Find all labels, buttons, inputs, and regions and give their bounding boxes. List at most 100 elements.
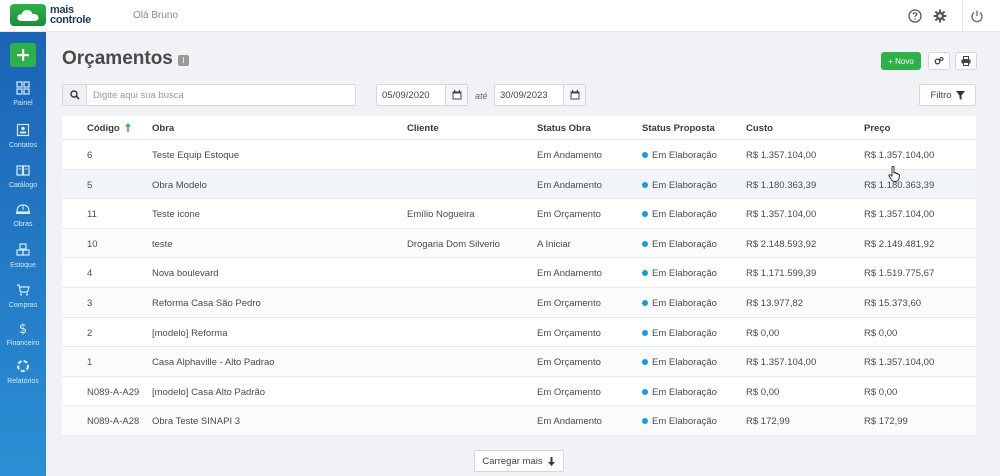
gears-icon — [934, 56, 944, 65]
budgets-table: Código Obra Cliente Status Obra Status P… — [62, 116, 976, 436]
cell-status-obra: A Iniciar — [537, 239, 571, 250]
cart-icon — [17, 284, 30, 296]
cell-status-obra-text: Em Andamento — [537, 416, 602, 428]
add-button[interactable] — [10, 43, 36, 67]
table-row[interactable]: N089-A-A28 Obra Teste SINAPI 3 Em Andament… — [62, 406, 976, 436]
date-from-field[interactable]: 05/09/2020 — [376, 84, 468, 106]
search-input[interactable] — [89, 85, 353, 105]
cell-status-proposta: Em Elaboração — [642, 150, 717, 161]
status-dot-icon — [642, 418, 648, 425]
cell-status-proposta: Em Elaboração — [642, 357, 717, 368]
table-row[interactable]: 6 Teste Equip Estoque Em Andamento Em Elabo… — [62, 140, 976, 170]
status-dot-icon — [642, 329, 648, 336]
sidebar-item-catalogo[interactable]: Catálogo — [0, 163, 46, 199]
cell-preco-text: R$ 2.149.481,92 — [864, 238, 935, 250]
sidebar-item-contatos[interactable]: Contatos — [0, 123, 46, 159]
cell-preco: R$ 172,99 — [864, 416, 908, 427]
sidebar-item-financeiro[interactable]: $ Financeiro — [0, 321, 46, 357]
cell-codigo-text: 1 — [87, 357, 93, 369]
table-row[interactable]: 2 [modelo] Reforma Em Orçamento Em Elaboraç… — [62, 318, 976, 348]
cell-preco: R$ 1.357.104,00 — [864, 357, 934, 368]
table-row[interactable]: 4 Nova boulevard Em Andamento Em Elaboração… — [62, 258, 976, 288]
cell-status-obra-text: Em Orçamento — [537, 297, 601, 309]
sidebar-item-compras[interactable]: Compras — [0, 283, 46, 319]
cell-status-proposta: Em Elaboração — [642, 328, 717, 339]
date-to-field[interactable]: 30/09/2023 — [494, 84, 586, 106]
dollar-icon: $ — [19, 322, 27, 335]
table-row[interactable]: 11 Teste icone Emílio Nogueira Em Orçamento… — [62, 199, 976, 229]
cell-codigo-text: 11 — [87, 209, 97, 221]
column-header-obra[interactable]: Obra — [152, 123, 174, 134]
power-icon[interactable] — [968, 7, 986, 25]
table-body: 6 Teste Equip Estoque Em Andamento Em Elabo… — [62, 140, 976, 436]
cell-preco: R$ 15.373,60 — [864, 298, 921, 309]
cell-obra-text: Nova boulevard — [152, 268, 219, 280]
cell-custo-text: R$ 13.977,82 — [746, 297, 804, 309]
sidebar-item-label: Compras — [8, 302, 38, 309]
cell-status-proposta: Em Elaboração — [642, 298, 717, 309]
cell-codigo: 6 — [87, 150, 92, 161]
cell-status-obra: Em Orçamento — [537, 387, 601, 398]
load-more-button[interactable]: Carregar mais — [474, 450, 564, 472]
cell-status-proposta-text: Em Elaboração — [652, 327, 717, 339]
filter-button[interactable]: Filtro — [919, 84, 976, 106]
sidebar-item-label: Obras — [13, 221, 33, 228]
search-button[interactable] — [63, 85, 87, 105]
column-header-status-obra[interactable]: Status Obra — [537, 123, 591, 134]
help-circle-icon[interactable] — [906, 7, 924, 25]
column-header-cliente[interactable]: Cliente — [407, 123, 439, 134]
cell-status-proposta: Em Elaboração — [642, 416, 717, 427]
cell-codigo-text: N089-A-A28 — [87, 416, 140, 428]
sidebar-item-estoque[interactable]: Estoque — [0, 243, 46, 279]
cell-codigo: 2 — [87, 328, 92, 339]
cell-status-proposta: Em Elaboração — [642, 180, 717, 191]
cell-preco-text: R$ 1.357.104,00 — [864, 357, 935, 369]
cell-preco-text: R$ 1.357.104,00 — [864, 150, 935, 161]
table-row[interactable]: N089-A-A29 [modelo] Casa Alto Padrão Em Or… — [62, 377, 976, 407]
cell-custo-text: R$ 1.180.363,39 — [746, 179, 817, 191]
cell-status-proposta: Em Elaboração — [642, 387, 717, 398]
table-row[interactable]: 3 Reforma Casa São Pedro Em Orçamento Em El… — [62, 287, 976, 318]
sidebar-item-relatorios[interactable]: Relatórios — [0, 359, 46, 395]
info-icon[interactable]: i — [178, 55, 189, 66]
sidebar: Painel Contatos Catálogo Obras Estoque C… — [0, 32, 46, 476]
cell-custo: R$ 1.357.104,00 — [746, 150, 816, 161]
column-header-codigo[interactable]: Código — [87, 123, 132, 134]
sidebar-item-obras[interactable]: Obras — [0, 202, 46, 238]
status-dot-icon — [642, 270, 648, 277]
cell-custo-text: R$ 0,00 — [746, 386, 780, 398]
cell-obra: Teste Equip Estoque — [152, 150, 239, 161]
column-header-custo[interactable]: Custo — [746, 123, 773, 134]
cell-preco-text: R$ 0,00 — [864, 327, 898, 339]
cell-obra-text: teste — [152, 238, 173, 250]
table-row[interactable]: 10 teste Drogaria Dom Silverio A Iniciar Em … — [62, 228, 976, 259]
cell-obra: Casa Alphaville - Alto Padrao — [152, 357, 275, 368]
cell-status-obra: Em Orçamento — [537, 209, 601, 220]
cell-codigo: 5 — [87, 180, 92, 191]
cell-codigo-text: 10 — [87, 238, 98, 250]
sidebar-item-label: Estoque — [10, 262, 36, 269]
app-logo[interactable]: mais controle — [10, 4, 91, 26]
cell-cliente: Emílio Nogueira — [407, 209, 475, 220]
boxes-icon — [16, 243, 30, 256]
page-title: Orçamentos — [62, 48, 173, 69]
search-field — [62, 84, 356, 106]
cell-preco-text: R$ 15.373,60 — [864, 297, 922, 309]
column-header-preco[interactable]: Preço — [864, 123, 890, 134]
calendar-icon[interactable] — [445, 85, 467, 105]
cell-status-proposta: Em Elaboração — [642, 209, 717, 220]
print-button[interactable] — [955, 52, 977, 70]
table-row[interactable]: 1 Casa Alphaville - Alto Padrao Em Orçamen… — [62, 347, 976, 377]
cell-status-proposta-text: Em Elaboração — [652, 238, 717, 250]
column-header-status-proposta[interactable]: Status Proposta — [642, 123, 715, 134]
cell-status-proposta-text: Em Elaboração — [652, 386, 717, 398]
settings-button[interactable] — [928, 52, 950, 70]
cell-obra-text: Teste Equip Estoque — [152, 150, 240, 161]
cell-custo-text: R$ 1.357.104,00 — [746, 209, 817, 221]
calendar-icon[interactable] — [563, 85, 585, 105]
grid-icon — [16, 81, 30, 95]
gear-icon[interactable] — [931, 7, 949, 25]
table-row[interactable]: 5 Obra Modelo Em Andamento Em Elaboração R$ … — [62, 169, 976, 200]
new-budget-button[interactable]: + Novo — [881, 52, 921, 70]
sidebar-item-painel[interactable]: Painel — [0, 81, 46, 117]
